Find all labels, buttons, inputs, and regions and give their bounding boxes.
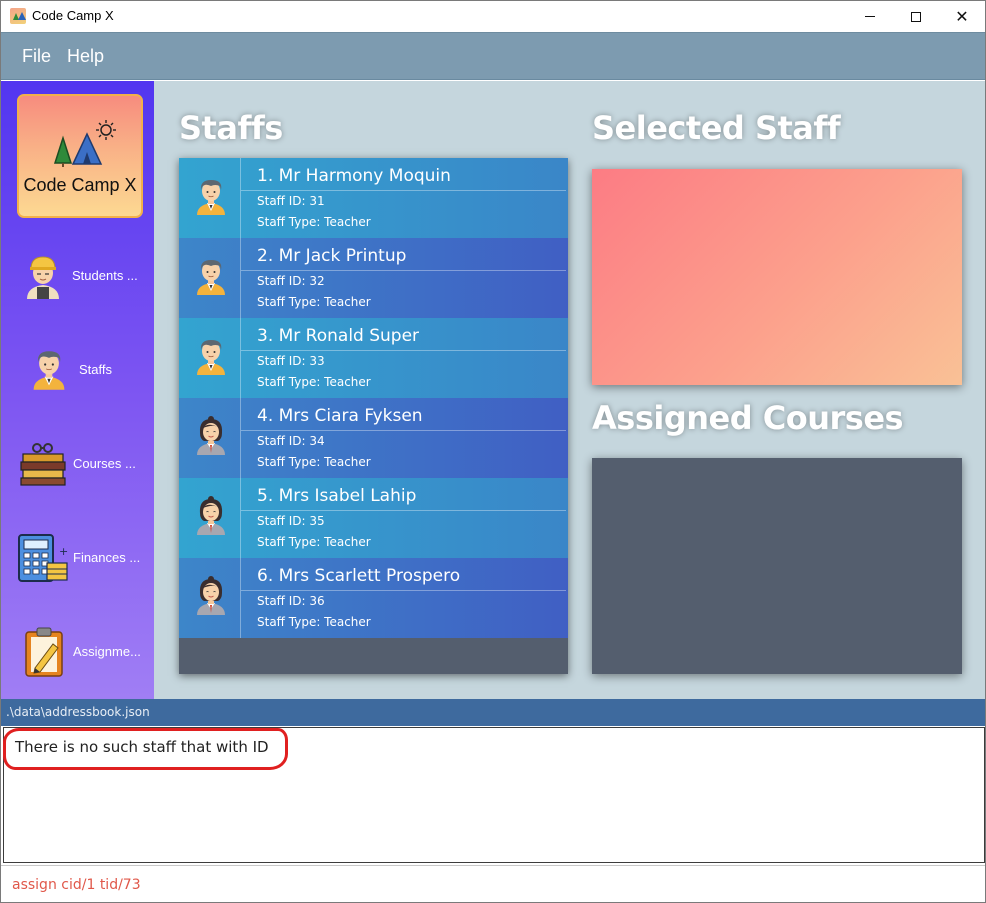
calculator-icon: + <box>18 534 68 582</box>
sidebar-item-students[interactable]: Students ... <box>1 241 154 311</box>
student-icon <box>27 256 59 299</box>
staff-name: 2. Mr Jack Printup <box>257 246 407 266</box>
sidebar-item-finances[interactable]: + Finances ... <box>1 524 154 594</box>
sidebar-item-staffs[interactable]: Staffs <box>1 336 154 406</box>
clipboard-icon <box>25 627 63 677</box>
avatar <box>179 398 241 478</box>
staff-name: 4. Mrs Ciara Fyksen <box>257 406 423 426</box>
assigned-courses-heading: Assigned Courses <box>592 399 904 437</box>
minimize-icon <box>865 16 875 17</box>
main-panel: Staffs Selected Staff Assigned Courses 1… <box>154 81 985 699</box>
books-icon <box>20 443 66 486</box>
staff-id: Staff ID: 32 <box>257 274 325 288</box>
camp-logo-icon <box>53 120 116 167</box>
divider <box>241 510 566 511</box>
divider <box>241 190 566 191</box>
sidebar: Code Camp X Students ... Staffs Courses … <box>1 81 154 699</box>
avatar <box>179 238 241 318</box>
female-avatar-icon <box>196 575 226 616</box>
divider <box>241 350 566 351</box>
file-path-label: .\data\addressbook.json <box>6 705 150 719</box>
staff-id: Staff ID: 35 <box>257 514 325 528</box>
sidebar-item-label: Assignme... <box>73 644 141 659</box>
menu-help[interactable]: Help <box>67 46 104 67</box>
logo-card[interactable]: Code Camp X <box>17 94 143 218</box>
staff-card[interactable]: 4. Mrs Ciara Fyksen Staff ID: 34 Staff Typ… <box>179 398 568 478</box>
sidebar-item-assignments[interactable]: Assignme... <box>1 618 154 688</box>
sidebar-item-label: Finances ... <box>73 550 141 565</box>
sidebar-item-label: Students ... <box>72 268 138 283</box>
staff-card[interactable]: 1. Mr Harmony Moquin Staff ID: 31 Staff Ty… <box>179 158 568 238</box>
maximize-icon <box>911 11 921 22</box>
menu-bar: File Help <box>1 32 985 80</box>
staff-id: Staff ID: 33 <box>257 354 325 368</box>
close-button[interactable]: ✕ <box>939 1 985 32</box>
sidebar-item-courses[interactable]: Courses ... <box>1 430 154 500</box>
male-avatar-icon <box>196 259 226 296</box>
sidebar-item-label: Courses ... <box>73 456 136 471</box>
staff-card[interactable]: 2. Mr Jack Printup Staff ID: 32 Staff Type… <box>179 238 568 318</box>
staff-name: 3. Mr Ronald Super <box>257 326 420 346</box>
window-title: Code Camp X <box>32 8 114 23</box>
female-avatar-icon <box>196 495 226 536</box>
divider <box>241 430 566 431</box>
maximize-button[interactable] <box>893 1 939 32</box>
staff-list[interactable]: 1. Mr Harmony Moquin Staff ID: 31 Staff Ty… <box>179 158 568 674</box>
menu-file[interactable]: File <box>22 46 51 67</box>
assigned-courses-panel <box>592 458 962 674</box>
staff-id: Staff ID: 34 <box>257 434 325 448</box>
close-icon: ✕ <box>955 7 969 26</box>
svg-text:+: + <box>59 545 68 558</box>
staff-type: Staff Type: Teacher <box>257 455 371 469</box>
staff-name: 6. Mrs Scarlett Prospero <box>257 566 461 586</box>
staff-type: Staff Type: Teacher <box>257 295 371 309</box>
command-input[interactable] <box>1 866 985 902</box>
annotation-highlight <box>3 728 288 770</box>
staff-icon <box>33 350 65 391</box>
title-bar: Code Camp X ✕ <box>1 1 985 32</box>
staff-name: 5. Mrs Isabel Lahip <box>257 486 417 506</box>
staffs-heading: Staffs <box>179 109 283 147</box>
staff-name: 1. Mr Harmony Moquin <box>257 166 451 186</box>
male-avatar-icon <box>196 179 226 216</box>
avatar <box>179 318 241 398</box>
app-logo-icon <box>10 8 26 24</box>
staff-type: Staff Type: Teacher <box>257 615 371 629</box>
male-avatar-icon <box>196 339 226 376</box>
staff-type: Staff Type: Teacher <box>257 215 371 229</box>
staff-id: Staff ID: 31 <box>257 194 325 208</box>
avatar <box>179 478 241 558</box>
selected-staff-panel <box>592 169 962 385</box>
divider <box>241 590 566 591</box>
staff-card[interactable]: 3. Mr Ronald Super Staff ID: 33 Staff Type… <box>179 318 568 398</box>
command-box <box>1 865 985 902</box>
divider <box>241 270 566 271</box>
logo-text: Code Camp X <box>23 175 137 195</box>
staff-id: Staff ID: 36 <box>257 594 325 608</box>
female-avatar-icon <box>196 415 226 456</box>
avatar <box>179 158 241 238</box>
app-window: Code Camp X ✕ File Help Code Camp X Stud… <box>0 0 986 903</box>
staff-card[interactable]: 5. Mrs Isabel Lahip Staff ID: 35 Staff Typ… <box>179 478 568 558</box>
selected-staff-heading: Selected Staff <box>592 109 841 147</box>
avatar <box>179 558 241 638</box>
staff-card[interactable]: 6. Mrs Scarlett Prospero Staff ID: 36 Staf… <box>179 558 568 638</box>
staff-type: Staff Type: Teacher <box>257 375 371 389</box>
sidebar-item-label: Staffs <box>79 362 113 377</box>
staff-type: Staff Type: Teacher <box>257 535 371 549</box>
minimize-button[interactable] <box>847 1 893 32</box>
status-bar: .\data\addressbook.json <box>1 699 985 726</box>
